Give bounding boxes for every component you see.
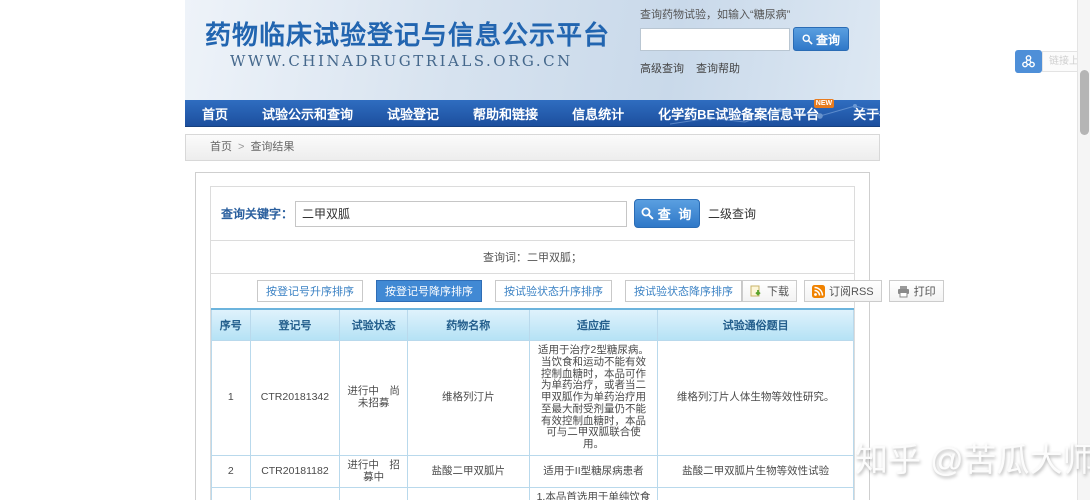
cell-status: 进行中 招募中: [339, 454, 408, 489]
breadcrumb-separator: >: [238, 141, 245, 153]
nav-item[interactable]: 关于平台: [836, 100, 922, 126]
nav-item-label: 关于平台: [853, 106, 906, 122]
cell-indication: 1.本品首选用于单纯饮食控制及体育锻炼治疗无效的2型糖尿病，特别是肥胖的2型糖尿…: [528, 487, 659, 500]
site-title: 药物临床试验登记与信息公示平台: [205, 20, 611, 50]
cell-reg: CTR20181061: [249, 487, 341, 500]
printer-icon: [897, 285, 909, 297]
sort-group: 按登记号升序排序 按登记号降序排序 按试验状态升序排序 按试验状态降序排序: [257, 280, 742, 302]
nav-item[interactable]: 帮助和链接: [456, 100, 555, 126]
download-icon: [750, 285, 761, 296]
download-button[interactable]: 下载: [742, 280, 797, 302]
advanced-search-link[interactable]: 高级查询: [640, 60, 684, 76]
nav-item[interactable]: 信息统计: [555, 100, 641, 126]
print-button[interactable]: 打印: [888, 280, 944, 302]
keyword-input[interactable]: [295, 200, 628, 227]
toolbar: 按登记号升序排序 按登记号降序排序 按试验状态升序排序 按试验状态降序排序 下载 订阅…: [211, 273, 944, 308]
nav-item-label: 化学药BE试验备案信息平台: [658, 106, 820, 122]
nav-bar: 首页 试验公示和查询 试验登记 帮助和链接 信息统计 化学药BE试验备案信息平台 NEW 关于…: [185, 99, 905, 127]
rss-label: 订阅RSS: [829, 286, 874, 298]
cell-status: 进行中 尚未招募: [339, 340, 408, 456]
nav-item[interactable]: 试验登记: [370, 100, 456, 126]
results-table: 序号 登记号 试验状态 药物名称 适应症 试验通俗题目 1 CTR20181342 进行中 尚…: [211, 308, 854, 500]
table-row: 3CTR20181061进行中 尚未招募盐酸二甲双胍片1.本品首选用于单纯饮食控…: [211, 487, 854, 500]
action-group: 下载 订阅RSS 打印: [742, 280, 944, 302]
nav-item[interactable]: 首页: [185, 100, 245, 126]
column-header: 适应症: [528, 309, 659, 341]
cell-indication: 适用于治疗2型糖尿病。当饮食和运动不能有效控制血糖时，本品可作为单药治疗，或者当…: [528, 340, 659, 456]
column-header: 药物名称: [406, 309, 530, 341]
sort-button[interactable]: 按登记号升序排序: [257, 280, 363, 302]
site-url: WWW.CHINADRUGTRIALS.ORG.CN: [230, 52, 573, 70]
browser-viewport: 药物临床试验登记与信息公示平台 WWW.CHINADRUGTRIALS.ORG.…: [0, 0, 1090, 500]
breadcrumb: 首页 > 查询结果: [185, 134, 880, 161]
breadcrumb-current: 查询结果: [250, 141, 295, 153]
column-header: 序号: [211, 309, 251, 341]
column-header: 登记号: [249, 309, 341, 341]
sort-button[interactable]: 按登记号降序排序: [376, 280, 482, 302]
header-search-button-label: 查询: [816, 32, 841, 47]
site-page: 药物临床试验登记与信息公示平台 WWW.CHINADRUGTRIALS.ORG.…: [185, 0, 944, 500]
cell-drug: 盐酸二甲双胍片: [406, 454, 530, 489]
rss-button[interactable]: 订阅RSS: [804, 280, 882, 302]
breadcrumb-home[interactable]: 首页: [210, 141, 232, 153]
cell-no: 3: [211, 487, 251, 500]
watermark: 知乎 @苦瓜大师: [855, 441, 1090, 478]
nav-item-label: 帮助和链接: [473, 106, 539, 122]
header-search-button[interactable]: 查询: [793, 27, 850, 51]
keyword-search-row: 查询关键字： 查 询 二级查询: [211, 187, 854, 240]
nav-item[interactable]: 化学药BE试验备案信息平台 NEW: [641, 99, 836, 126]
print-label: 打印: [913, 286, 936, 298]
cell-reg: CTR20181182: [249, 454, 341, 489]
cell-no: 1: [211, 340, 251, 456]
rss-icon: [812, 284, 825, 298]
query-button[interactable]: 查 询: [634, 199, 701, 228]
scrollbar[interactable]: [1077, 0, 1090, 500]
nav-item-label: 试验登记: [387, 106, 440, 122]
cell-no: 2: [211, 454, 251, 489]
sort-button[interactable]: 按试验状态升序排序: [495, 280, 612, 302]
query-button-label: 查 询: [657, 207, 694, 222]
search-icon: [802, 33, 813, 45]
cell-drug: 维格列汀片: [406, 340, 530, 456]
results-table-body: 1 CTR20181342 进行中 尚未招募 维格列汀片 适用于治疗2型糖尿病。当饮食和…: [211, 340, 854, 500]
keyword-label: 查询关键字：: [221, 207, 294, 221]
nav-item[interactable]: 试验公示和查询: [245, 100, 370, 126]
header-search-input[interactable]: [640, 27, 790, 51]
cell-status: 进行中 尚未招募: [339, 487, 408, 500]
site-header: 药物临床试验登记与信息公示平台 WWW.CHINADRUGTRIALS.ORG.…: [185, 0, 880, 100]
share-icon: [1015, 50, 1042, 73]
search-hint: 查询药物试验，如输入“糖尿病”: [640, 9, 791, 21]
results-panel: 查询关键字： 查 询 二级查询 查询词：二甲双胍； 按登记号升序排序按登记号降序…: [195, 172, 944, 500]
cell-title: 盐酸二甲双胍片生物等效性试验: [657, 454, 854, 489]
table-row: 1 CTR20181342 进行中 尚未招募 维格列汀片 适用于治疗2型糖尿病。当饮食和…: [211, 340, 854, 456]
search-help-link[interactable]: 查询帮助: [696, 60, 740, 76]
sort-button[interactable]: 按试验状态降序排序: [625, 280, 742, 302]
search-icon: [641, 207, 654, 220]
table-row: 2 CTR20181182 进行中 招募中 盐酸二甲双胍片 适用于II型糖尿病患者 盐酸二…: [211, 454, 854, 489]
cell-drug: 盐酸二甲双胍片: [406, 487, 530, 500]
column-header: 试验通俗题目: [657, 309, 854, 341]
nav-item-label: 首页: [202, 106, 229, 122]
results-inner: 查询关键字： 查 询 二级查询 查询词：二甲双胍； 按登记号升序排序按登记号降序…: [210, 186, 944, 500]
cell-title: 维格列汀片人体生物等效性研究。: [657, 340, 854, 456]
header-search: 查询药物试验，如输入“糖尿病” 查询 高级查询 查询帮助: [640, 6, 875, 76]
download-label: 下载: [767, 286, 789, 298]
column-header: 试验状态: [339, 309, 408, 341]
nav-item-label: 试验公示和查询: [262, 106, 354, 122]
query-word-row: 查询词：二甲双胍；: [211, 240, 854, 273]
cell-title: 盐酸二甲双胍片生物等效性试验: [657, 487, 854, 500]
scrollbar-thumb[interactable]: [1080, 70, 1089, 135]
nav-item-label: 信息统计: [572, 106, 625, 122]
secondary-query-label: 二级查询: [708, 207, 757, 221]
new-badge: NEW: [813, 99, 835, 108]
cell-reg: CTR20181342: [249, 340, 341, 456]
table-header-row: 序号 登记号 试验状态 药物名称 适应症 试验通俗题目: [211, 309, 854, 341]
cell-indication: 适用于II型糖尿病患者: [528, 454, 659, 489]
